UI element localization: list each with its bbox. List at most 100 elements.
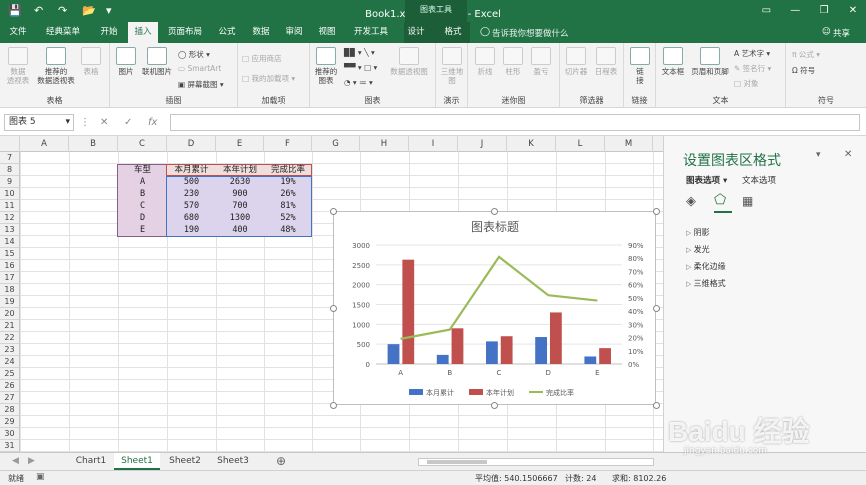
chart-resize-handle[interactable]	[652, 401, 660, 409]
pane-section[interactable]: ▷ 发光	[686, 244, 710, 255]
column-header[interactable]: M	[605, 136, 653, 152]
column-header[interactable]: J	[458, 136, 507, 152]
chart-resize-handle[interactable]	[652, 207, 660, 215]
row-header[interactable]: 27	[0, 392, 20, 404]
pane-section[interactable]: ▷ 阴影	[686, 227, 710, 238]
bar-本月累计-A[interactable]	[387, 344, 400, 364]
row-header[interactable]: 19	[0, 296, 20, 308]
column-header[interactable]: F	[264, 136, 312, 152]
sheet-tab[interactable]: Chart1	[68, 453, 114, 470]
tab-4[interactable]: 页面布局	[162, 22, 208, 43]
sparkline-winloss-button[interactable]: 盈亏	[528, 47, 554, 76]
picture-button[interactable]: 图片	[114, 47, 138, 76]
legend-label[interactable]: 完成比率	[546, 388, 574, 397]
table-button[interactable]: 表格	[80, 47, 102, 76]
minimize-button[interactable]: —	[782, 0, 808, 22]
table-cell[interactable]: E	[118, 224, 167, 236]
hierarchy-chart-dropdown[interactable]: ▀▀ ▾ □ ▾	[344, 63, 377, 72]
table-cell[interactable]: 26%	[264, 188, 312, 200]
row-header[interactable]: 14	[0, 236, 20, 248]
column-header[interactable]: D	[167, 136, 216, 152]
row-header[interactable]: 15	[0, 248, 20, 260]
recommended-pivot-button[interactable]: 推荐的 数据透视表	[36, 47, 76, 85]
table-cell[interactable]: 900	[216, 188, 264, 200]
close-button[interactable]: ✕	[840, 0, 866, 22]
size-properties-icon[interactable]: ▦	[742, 194, 753, 208]
bar-本年计划-C[interactable]	[500, 336, 513, 364]
column-header[interactable]: G	[312, 136, 360, 152]
bar-本年计划-E[interactable]	[599, 348, 611, 364]
pane-section[interactable]: ▷ 三维格式	[686, 278, 726, 289]
3d-map-button[interactable]: 三维地 图	[438, 47, 466, 85]
insert-function-button[interactable]: fx	[148, 117, 157, 128]
name-box[interactable]: 图表 5 ▾	[4, 114, 74, 131]
table-cell[interactable]: 400	[216, 224, 264, 236]
row-header[interactable]: 21	[0, 320, 20, 332]
row-header[interactable]: 16	[0, 260, 20, 272]
row-header[interactable]: 11	[0, 200, 20, 212]
pie-chart-dropdown[interactable]: ◔ ▾ ≔ ▾	[344, 78, 373, 87]
column-header[interactable]: K	[507, 136, 556, 152]
scroll-left-icon[interactable]: ◀	[12, 456, 19, 466]
pane-options-dropdown-icon[interactable]: ▾	[816, 150, 821, 160]
tab-8[interactable]: 视图	[312, 22, 342, 43]
table-cell[interactable]: 52%	[264, 212, 312, 224]
table-cell[interactable]: 230	[167, 188, 216, 200]
tab-7[interactable]: 审阅	[280, 22, 308, 43]
textbox-button[interactable]: 文本框	[658, 47, 688, 76]
timeline-button[interactable]: 日程表	[592, 47, 620, 76]
bar-本年计划-D[interactable]	[549, 312, 562, 364]
pane-close-button[interactable]: ✕	[844, 149, 852, 160]
row-header[interactable]: 30	[0, 428, 20, 440]
pivot-table-button[interactable]: 数据 透视表	[4, 47, 32, 85]
table-cell[interactable]: 19%	[264, 176, 312, 188]
row-header[interactable]: 29	[0, 416, 20, 428]
chart-resize-handle[interactable]	[491, 401, 498, 409]
app-store-button[interactable]: □ 应用商店	[242, 53, 281, 64]
column-header[interactable]: C	[118, 136, 167, 152]
new-sheet-button[interactable]: ⊕	[276, 454, 286, 468]
equation-button[interactable]: π 公式 ▾	[792, 49, 820, 60]
shapes-button[interactable]: ◯ 形状 ▾	[178, 49, 210, 60]
scrollbar-thumb[interactable]	[427, 460, 487, 464]
table-header-cell[interactable]: 车型	[118, 164, 167, 176]
bar-本月累计-D[interactable]	[535, 337, 548, 364]
macro-record-icon[interactable]: ▣	[36, 472, 45, 482]
table-cell[interactable]: 1300	[216, 212, 264, 224]
formula-input[interactable]	[170, 114, 860, 131]
chart-resize-handle[interactable]	[329, 304, 337, 312]
enter-icon[interactable]: ✓	[124, 117, 132, 128]
table-cell[interactable]: 2630	[216, 176, 264, 188]
table-cell[interactable]: D	[118, 212, 167, 224]
select-all-corner[interactable]	[0, 136, 20, 152]
bar-本月累计-C[interactable]	[486, 341, 498, 364]
table-header-cell[interactable]: 完成比率	[264, 164, 312, 176]
column-header[interactable]: B	[69, 136, 118, 152]
legend-label[interactable]: 本年计划	[486, 388, 514, 397]
bar-本月累计-E[interactable]	[584, 356, 597, 364]
row-header[interactable]: 31	[0, 440, 20, 452]
slicer-button[interactable]: 切片器	[562, 47, 590, 76]
scroll-right-icon[interactable]: ▶	[28, 456, 35, 466]
pivot-chart-button[interactable]: 数据透视图	[386, 47, 432, 76]
wordart-button[interactable]: A 艺术字 ▾	[734, 48, 770, 59]
tab-11[interactable]: 格式	[438, 22, 468, 43]
tab-6[interactable]: 数据	[246, 22, 276, 43]
sparkline-line-button[interactable]: 折线	[472, 47, 498, 76]
table-cell[interactable]: A	[118, 176, 167, 188]
header-footer-button[interactable]: 页眉和页脚	[688, 47, 732, 76]
table-cell[interactable]: B	[118, 188, 167, 200]
tab-3[interactable]: 插入	[128, 22, 158, 43]
line-series-完成比率[interactable]	[400, 255, 598, 340]
row-header[interactable]: 26	[0, 380, 20, 392]
screenshot-button[interactable]: ▣ 屏幕截图 ▾	[178, 79, 224, 90]
table-cell[interactable]: 500	[167, 176, 216, 188]
row-header[interactable]: 28	[0, 404, 20, 416]
row-header[interactable]: 24	[0, 356, 20, 368]
table-header-cell[interactable]: 本年计划	[216, 164, 264, 176]
smartart-button[interactable]: ▭ SmartArt	[178, 64, 221, 73]
chart-area[interactable]: 图表标题 0 500 1000 1500 2000 2500 3000 0% 10% 20% 30% 4…	[333, 211, 656, 405]
tell-me-search[interactable]: 告诉我你想要做什么	[492, 27, 569, 39]
horizontal-scrollbar[interactable]	[418, 458, 654, 466]
bar-本月累计-B[interactable]	[436, 354, 449, 364]
